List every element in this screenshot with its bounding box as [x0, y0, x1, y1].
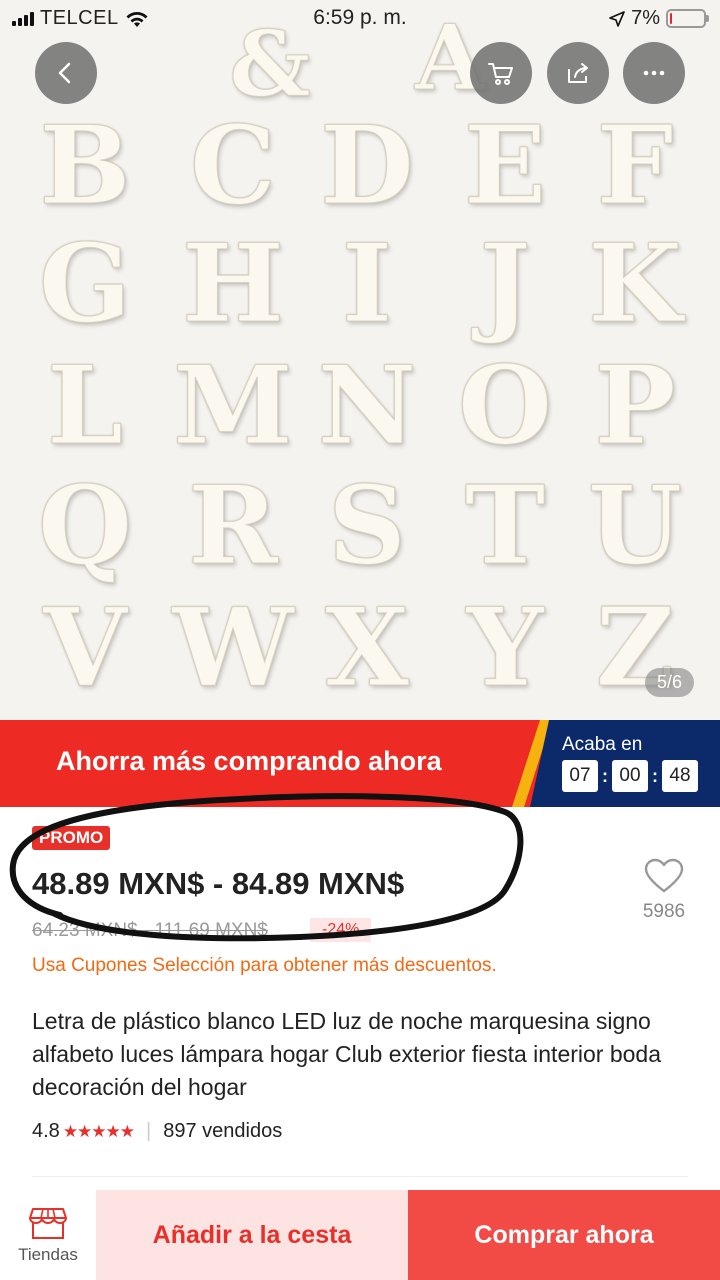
countdown-minutes: 00	[612, 760, 648, 792]
rating-value: 4.8	[32, 1120, 60, 1142]
add-to-cart-button[interactable]: Añadir a la cesta	[96, 1190, 408, 1280]
marquee-letter: F	[596, 103, 674, 230]
rating-separator: |	[146, 1120, 152, 1142]
marquee-letter: O	[457, 343, 553, 470]
product-image: & A B C D E F G H I J K L M N O P Q R S T U V W X Y Z	[0, 0, 720, 720]
marquee-letter: K	[588, 221, 683, 348]
stores-button[interactable]: Tiendas	[0, 1190, 96, 1280]
battery-level	[670, 13, 673, 24]
stores-label: Tiendas	[18, 1245, 78, 1264]
cart-button[interactable]	[470, 42, 532, 104]
marquee-letter: Q	[37, 463, 133, 590]
wishlist-count: 5986	[642, 901, 686, 922]
marquee-letter: X	[325, 585, 410, 712]
back-button[interactable]	[35, 42, 97, 104]
countdown-separator: :	[602, 765, 608, 786]
marquee-letter: P	[594, 343, 676, 470]
marquee-letter: L	[47, 343, 124, 470]
rating-stars: ★★★★★	[62, 1121, 135, 1141]
marquee-letter: H	[181, 221, 285, 348]
countdown-timer: 07 : 00 : 48	[562, 760, 698, 792]
buy-now-button[interactable]: Comprar ahora	[408, 1190, 720, 1280]
marquee-letter: U	[587, 463, 683, 590]
marquee-letter: G	[38, 221, 132, 348]
battery-percent: 7%	[631, 7, 660, 29]
battery-icon	[666, 9, 709, 28]
countdown-hours: 07	[562, 760, 598, 792]
cart-icon	[488, 63, 513, 85]
divider	[32, 1176, 688, 1177]
marquee-letter: W	[172, 585, 294, 712]
countdown-separator: :	[652, 765, 658, 786]
marquee-letter: N	[317, 343, 417, 470]
discount-badge: -24%	[310, 918, 372, 942]
marquee-letter: M	[173, 343, 294, 470]
marquee-letter: B	[39, 103, 131, 230]
share-button[interactable]	[547, 42, 609, 104]
heart-icon	[644, 858, 684, 893]
product-title: Letra de plástico blanco LED luz de noch…	[32, 1008, 662, 1100]
marquee-letter: C	[190, 103, 277, 230]
status-bar: TELCEL 6:59 p. m. 7%	[0, 0, 720, 38]
share-icon	[568, 63, 588, 83]
bottom-action-bar: Tiendas Añadir a la cesta Comprar ahora	[0, 1190, 720, 1280]
marquee-letter: T	[464, 463, 546, 590]
wishlist-button[interactable]: 5986	[634, 858, 694, 923]
marquee-letter: Y	[466, 585, 544, 712]
coupon-note[interactable]: Usa Cupones Selección para obtener más d…	[32, 955, 497, 977]
more-button[interactable]	[623, 42, 685, 104]
store-icon	[29, 1208, 67, 1239]
original-price: 64.23 MXN$ - 111.69 MXN$	[32, 920, 268, 941]
image-counter: 5/6	[644, 668, 694, 697]
marquee-letter: J	[479, 221, 531, 348]
promo-tag: PROMO	[32, 826, 111, 850]
countdown-label: Acaba en	[562, 734, 643, 755]
marquee-letter: E	[463, 103, 547, 230]
sold-count: 897 vendidos	[163, 1120, 283, 1142]
marquee-letter: V	[43, 585, 128, 712]
promo-banner-text: Ahorra más comprando ahora	[56, 746, 442, 776]
product-image-gallery[interactable]: & A B C D E F G H I J K L M N O P Q R S T U V W X Y Z 5/6	[0, 0, 720, 720]
countdown-seconds: 48	[662, 760, 698, 792]
marquee-letter: S	[328, 463, 407, 590]
chevron-left-icon	[58, 62, 71, 84]
price-range: 48.89 MXN$ - 84.89 MXN$	[32, 866, 405, 901]
location-arrow-icon	[609, 10, 625, 27]
marquee-letter: R	[188, 463, 279, 590]
marquee-letter: D	[320, 103, 415, 230]
marquee-letter: I	[341, 221, 393, 348]
more-icon	[643, 70, 665, 76]
rating-row[interactable]: 4.8 ★★★★★ | 897 vendidos	[32, 1120, 282, 1143]
